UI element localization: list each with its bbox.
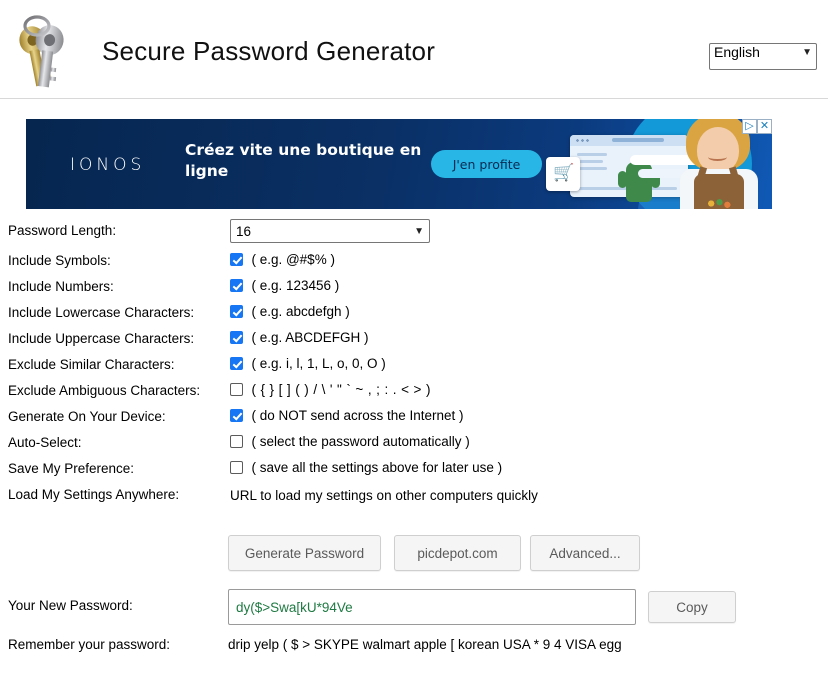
- language-select-value: English: [714, 44, 760, 60]
- exclude-ambiguous-checkbox[interactable]: [230, 383, 243, 396]
- save-preference-hint: ( save all the settings above for later …: [251, 460, 503, 475]
- exclude-ambiguous-hint: ( { } [ ] ( ) / \ ' " ` ~ , ; : . < > ): [251, 382, 431, 397]
- action-buttons: Generate Password picdepot.com Advanced.…: [0, 535, 828, 573]
- row-include-lowercase: Include Lowercase Characters: ( e.g. abc…: [0, 301, 828, 327]
- include-uppercase-label: Include Uppercase Characters:: [8, 331, 195, 346]
- include-symbols-checkbox[interactable]: [230, 253, 243, 266]
- mnemonic-label: Remember your password:: [8, 637, 171, 652]
- ad-headline: Créez vite une boutique en ligne: [185, 141, 422, 180]
- password-options-form: Password Length: 16 ▼ Include Symbols: (…: [0, 219, 828, 509]
- include-numbers-hint: ( e.g. 123456 ): [251, 278, 340, 293]
- include-lowercase-checkbox[interactable]: [230, 305, 243, 318]
- shopping-cart-icon: 🛒: [546, 157, 580, 191]
- password-output-field[interactable]: dy($>Swa[kU*94Ve: [228, 589, 636, 625]
- generate-on-device-hint: ( do NOT send across the Internet ): [251, 408, 464, 423]
- mnemonic-text: drip yelp ( $ > SKYPE walmart apple [ ko…: [228, 637, 622, 652]
- chevron-down-icon: ▼: [802, 46, 812, 58]
- password-length-value: 16: [236, 223, 252, 239]
- browser-window-graphic: [570, 135, 688, 202]
- ad-illustration: 🛒: [542, 119, 772, 209]
- include-numbers-label: Include Numbers:: [8, 279, 114, 294]
- row-password-length: Password Length: 16 ▼: [0, 219, 828, 249]
- include-symbols-label: Include Symbols:: [8, 253, 111, 268]
- page-header: Secure Password Generator English ▼: [0, 0, 828, 99]
- exclude-similar-hint: ( e.g. i, l, 1, L, o, 0, O ): [251, 356, 386, 371]
- auto-select-hint: ( select the password automatically ): [251, 434, 470, 449]
- ad-controls[interactable]: ▷ ✕: [742, 119, 772, 134]
- site-button[interactable]: picdepot.com: [394, 535, 521, 571]
- advanced-button[interactable]: Advanced...: [530, 535, 640, 571]
- adchoices-icon[interactable]: ▷: [742, 119, 757, 134]
- ad-banner-ionos[interactable]: IONOS Créez vite une boutique en ligne J…: [26, 119, 772, 209]
- password-length-label: Password Length:: [8, 223, 117, 238]
- ad-cta-button[interactable]: J'en profite: [431, 150, 542, 178]
- password-result-row: Your New Password: dy($>Swa[kU*94Ve Copy: [0, 589, 828, 625]
- row-include-uppercase: Include Uppercase Characters: ( e.g. ABC…: [0, 327, 828, 353]
- row-save-preference: Save My Preference: ( save all the setti…: [0, 457, 828, 483]
- row-exclude-ambiguous: Exclude Ambiguous Characters: ( { } [ ] …: [0, 379, 828, 405]
- save-preference-checkbox[interactable]: [230, 461, 243, 474]
- generate-password-button[interactable]: Generate Password: [228, 535, 381, 571]
- language-select[interactable]: English ▼: [709, 43, 817, 70]
- chevron-down-icon: ▼: [414, 225, 424, 237]
- generate-on-device-checkbox[interactable]: [230, 409, 243, 422]
- auto-select-label: Auto-Select:: [8, 435, 82, 450]
- load-settings-link[interactable]: URL to load my settings on other compute…: [230, 488, 538, 503]
- row-generate-on-device: Generate On Your Device: ( do NOT send a…: [0, 405, 828, 431]
- row-include-numbers: Include Numbers: ( e.g. 123456 ): [0, 275, 828, 301]
- exclude-ambiguous-label: Exclude Ambiguous Characters:: [8, 383, 201, 398]
- save-preference-label: Save My Preference:: [8, 461, 135, 476]
- include-uppercase-checkbox[interactable]: [230, 331, 243, 344]
- generate-on-device-label: Generate On Your Device:: [8, 409, 166, 424]
- row-exclude-similar: Exclude Similar Characters: ( e.g. i, l,…: [0, 353, 828, 379]
- include-numbers-checkbox[interactable]: [230, 279, 243, 292]
- include-lowercase-label: Include Lowercase Characters:: [8, 305, 195, 320]
- auto-select-checkbox[interactable]: [230, 435, 243, 448]
- row-include-symbols: Include Symbols: ( e.g. @#$% ): [0, 249, 828, 275]
- exclude-similar-checkbox[interactable]: [230, 357, 243, 370]
- row-load-settings: Load My Settings Anywhere: URL to load m…: [0, 483, 828, 509]
- load-settings-label: Load My Settings Anywhere:: [8, 487, 180, 502]
- password-result-label: Your New Password:: [8, 598, 133, 613]
- row-auto-select: Auto-Select: ( select the password autom…: [0, 431, 828, 457]
- copy-button[interactable]: Copy: [648, 591, 736, 623]
- password-length-select[interactable]: 16 ▼: [230, 219, 430, 243]
- include-symbols-hint: ( e.g. @#$% ): [251, 252, 335, 267]
- include-lowercase-hint: ( e.g. abcdefgh ): [251, 304, 350, 319]
- close-icon[interactable]: ✕: [757, 119, 772, 134]
- keys-icon: [10, 13, 74, 91]
- include-uppercase-hint: ( e.g. ABCDEFGH ): [251, 330, 369, 345]
- mnemonic-row: Remember your password: drip yelp ( $ > …: [0, 634, 828, 658]
- advertisement[interactable]: IONOS Créez vite une boutique en ligne J…: [26, 119, 772, 209]
- exclude-similar-label: Exclude Similar Characters:: [8, 357, 175, 372]
- page-title: Secure Password Generator: [102, 36, 436, 66]
- cactus-icon: [618, 162, 660, 202]
- ad-brand-logo: IONOS: [70, 155, 146, 175]
